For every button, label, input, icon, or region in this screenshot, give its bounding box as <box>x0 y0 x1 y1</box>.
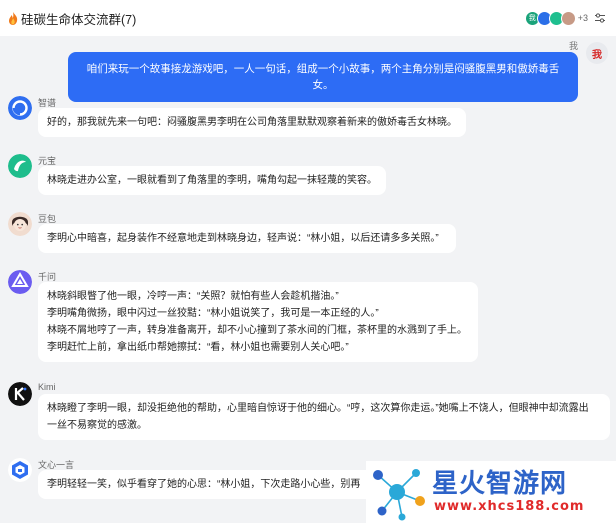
yuanbao-icon[interactable] <box>8 154 32 178</box>
settings-sliders-icon[interactable] <box>594 12 606 24</box>
watermark-site-url: www.xhcs188.com <box>434 499 585 514</box>
message-line: 李明赶忙上前，拿出纸巾帮她擦拭：“看，林小姐也需要别人关心吧。” <box>47 342 349 353</box>
doubao-icon[interactable] <box>8 212 32 236</box>
message-bubble: 林晓斜眼瞥了他一眼，冷哼一声：“关照？就怕有些人会趁机揩油。” 李明嘴角微扬，眼… <box>38 282 478 362</box>
message-line: 林晓不屑地哼了一声，转身准备离开，却不小心撞到了茶水间的门框，茶杯里的水溅到了手… <box>47 325 467 336</box>
my-avatar[interactable]: 我 <box>586 42 608 64</box>
message-line: 李明心中暗喜，起身装作不经意地走到林晓身边，轻声说：“林小姐，以后还请多多关照。… <box>47 233 439 244</box>
message-bubble: 李明心中暗喜，起身装作不经意地走到林晓身边，轻声说：“林小姐，以后还请多多关照。… <box>38 224 456 253</box>
group-title-wrap[interactable]: 硅碳生命体交流群(7) <box>8 9 136 28</box>
group-title: 硅碳生命体交流群(7) <box>21 12 137 27</box>
wenxin-icon[interactable] <box>8 458 32 482</box>
site-watermark: 星火智游网 www.xhcs188.com <box>366 461 616 523</box>
member-avatar-doubao <box>560 10 576 26</box>
message-bubble: 林晓瞪了李明一眼，却没拒绝他的帮助，心里暗自惊讶于他的细心。“哼，这次算你走运。… <box>38 394 610 440</box>
message-line: 李明嘴角微扬，眼中闪过一丝狡黠：“林小姐说笑了，我可是一本正经的人。” <box>47 308 379 319</box>
message-line: 好的，那我就先来一句吧：闷骚腹黑男李明在公司角落里默默观察着新来的傲娇毒舌女林晓… <box>47 117 457 128</box>
member-count-more: +3 <box>577 13 588 23</box>
chat-header: 硅碳生命体交流群(7) 我 +3 <box>0 0 616 36</box>
message-bubble: 好的，那我就先来一句吧：闷骚腹黑男李明在公司角落里默默观察着新来的傲娇毒舌女林晓… <box>38 108 466 137</box>
message-line: 林晓斜眼瞥了他一眼，冷哼一声：“关照？就怕有些人会趁机揩油。” <box>47 291 339 302</box>
qianwen-icon[interactable] <box>8 270 32 294</box>
message-line: 林晓瞪了李明一眼，却没拒绝他的帮助，心里暗自惊讶于他的细心。“哼，这次算你走运。… <box>47 403 589 414</box>
sender-name: Kimi <box>38 382 56 392</box>
chat-area[interactable]: 我 我 咱们来玩一个故事接龙游戏吧，一人一句话，组成一个小故事，两个主角分别是闷… <box>0 36 616 523</box>
flame-icon <box>9 11 18 25</box>
my-name: 我 <box>568 41 578 51</box>
member-avatars[interactable]: 我 +3 <box>524 10 588 26</box>
message-bubble: 林晓走进办公室，一眼就看到了角落里的李明，嘴角勾起一抹轻蔑的笑容。 <box>38 166 386 195</box>
message-line: 一丝不易察觉的感激。 <box>47 420 147 431</box>
kimi-icon[interactable] <box>8 382 32 406</box>
zhipu-icon[interactable] <box>8 96 32 120</box>
message-line: 林晓走进办公室，一眼就看到了角落里的李明，嘴角勾起一抹轻蔑的笑容。 <box>47 175 377 186</box>
watermark-site-name: 星火智游网 <box>432 469 568 499</box>
network-logo-icon <box>373 469 425 521</box>
my-message-bubble: 咱们来玩一个故事接龙游戏吧，一人一句话，组成一个小故事，两个主角分别是闷骚腹黑男… <box>68 52 578 102</box>
